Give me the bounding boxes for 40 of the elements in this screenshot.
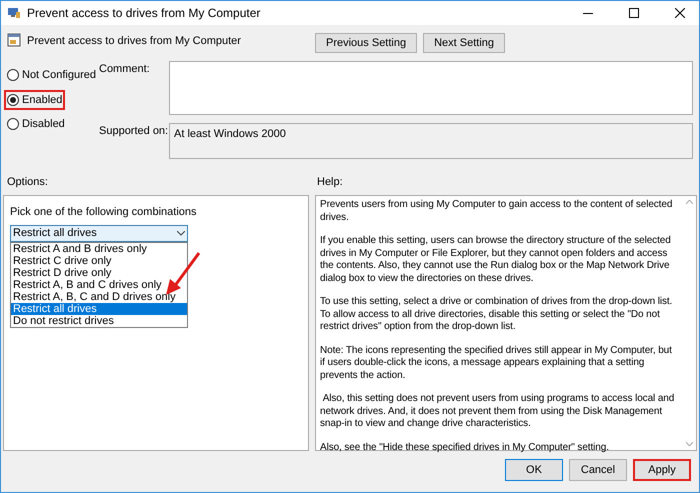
dropdown-option[interactable]: Restrict D drive only — [11, 266, 187, 278]
radio-button[interactable] — [7, 118, 19, 130]
radio-label: Not Configured — [22, 68, 96, 83]
dropdown-option[interactable]: Restrict A, B and C drives only — [11, 278, 187, 290]
policy-icon — [7, 33, 21, 47]
drive-dropdown[interactable]: Restrict all drives — [10, 224, 188, 242]
options-prompt: Pick one of the following combinations — [10, 205, 198, 220]
radio-label: Disabled — [22, 117, 65, 132]
chevron-down-icon — [177, 230, 185, 236]
options-label: Options: — [7, 174, 49, 190]
supported-on-field: At least Windows 2000 — [169, 123, 693, 159]
help-label: Help: — [317, 174, 343, 190]
app-icon — [7, 7, 21, 19]
help-paragraph: Also, see the "Hide these specified drives in My Computer" setting. — [320, 442, 610, 454]
window-title: Prevent access to drives from My Computer — [27, 5, 260, 22]
close-icon[interactable] — [675, 8, 685, 18]
setting-nav-button[interactable]: Next Setting — [423, 33, 506, 53]
setting-name: Prevent access to drives from My Computer — [27, 34, 242, 49]
help-paragraph: Prevents users from using My Computer to gain access to the content of selected drives. — [320, 199, 674, 224]
setting-nav-button[interactable]: Previous Setting — [315, 33, 418, 53]
help-paragraph: To use this setting, select a drive or combination of drives from the drop-down list. To allow access to all drive directories, disable this setting or select the "Do not restrict drives" option from the drop-down list. — [320, 296, 674, 334]
radio-label: Enabled — [22, 92, 62, 108]
radio-button[interactable] — [7, 94, 19, 106]
dropdown-option[interactable]: Restrict A, B, C and D drives only — [11, 290, 187, 302]
radio-button[interactable] — [7, 69, 19, 82]
supported-on-label: Supported on: — [99, 124, 169, 139]
dropdown-option[interactable]: Do not restrict drives — [11, 314, 187, 326]
help-paragraph: If you enable this setting, users can browse the directory structure of the selected drives in My Computer or File Explorer, but they cannot open folders and access the contents. Also, they cannot use the Run dialog box or the Map Network Drive dialog box to view the directories on these drives. — [320, 235, 672, 285]
dialog-button[interactable]: OK — [505, 459, 563, 481]
help-paragraph: Also, this setting does not prevent users from using programs to access local and network drives. And, it does not prevent them from using the Disk Management snap-in to view and change drive characteristics. — [320, 393, 676, 430]
dropdown-option[interactable]: Restrict all drives — [11, 302, 187, 314]
help-paragraph: Note: The icons representing the specified drives still appear in My Computer, but if users double-click the icons, a message appears explaining that a setting prevents the action. — [320, 344, 673, 382]
maximize-icon[interactable] — [629, 8, 639, 18]
dropdown-option[interactable]: Restrict A and B drives only — [11, 242, 187, 254]
dropdown-option[interactable]: Restrict C drive only — [11, 254, 187, 266]
comment-label: Comment: — [99, 62, 151, 77]
minimize-icon[interactable] — [583, 12, 593, 14]
dialog-button[interactable]: Apply — [633, 459, 691, 481]
dialog-button[interactable]: Cancel — [569, 459, 627, 481]
comment-field[interactable] — [169, 61, 693, 115]
